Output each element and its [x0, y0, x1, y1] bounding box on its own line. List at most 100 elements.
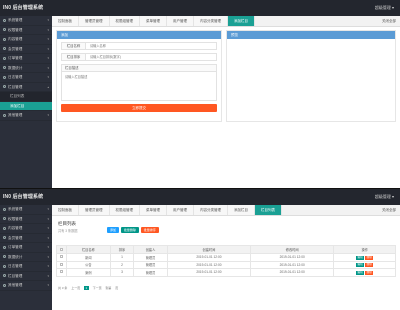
description-box: 栏目描述	[61, 64, 217, 101]
prev-page-button[interactable]: 上一页	[71, 286, 80, 290]
gear-icon	[3, 207, 6, 211]
sidebar-item-order[interactable]: 订单管理 ▾	[0, 54, 52, 64]
cell: 2019-01-01 12:00	[250, 268, 335, 277]
form-row-name: 栏目名称	[61, 42, 217, 50]
chevron-down-icon: ▾	[47, 56, 49, 60]
table-header-row: 栏目名称 排序 创建人 创建时间 修改时间 操作	[56, 245, 396, 254]
sidebar-item-other[interactable]: 其他管理 ▾	[0, 281, 52, 291]
delete-button[interactable]: 删除	[365, 255, 374, 260]
edit-button[interactable]: 编辑	[355, 270, 365, 275]
sidebar-item-stats[interactable]: 数据统计 ▾	[0, 253, 52, 262]
tab-users[interactable]: 用户管理	[167, 205, 194, 215]
row-actions: 编辑 删除	[333, 260, 396, 269]
next-page-button[interactable]: 下一页	[93, 286, 102, 290]
sidebar-item-member[interactable]: 会员管理 ▾	[0, 45, 52, 54]
sidebar-item-permission[interactable]: 权限管理 ▾	[0, 26, 52, 35]
row-checkbox[interactable]	[56, 268, 67, 277]
sidebar-item-content[interactable]: 内容管理 ▾	[0, 35, 52, 45]
row-checkbox[interactable]	[56, 260, 67, 269]
select-all-checkbox[interactable]	[56, 245, 67, 254]
sidebar-subitem-column-list[interactable]: 栏目列表	[0, 92, 52, 102]
column-name-input[interactable]	[87, 43, 216, 49]
chart-icon	[3, 66, 6, 70]
submit-button[interactable]: 立即提交	[61, 104, 217, 112]
sidebar-subitem-add-column[interactable]: 添加栏目	[0, 101, 52, 111]
row-actions: 编辑 删除	[333, 268, 396, 277]
tab-dashboard[interactable]: 控制面板	[52, 16, 79, 26]
batch-delete-button[interactable]: 批量删除	[120, 227, 139, 233]
delete-button[interactable]: 删除	[365, 263, 374, 268]
tab-admins[interactable]: 管理员管理	[79, 16, 110, 26]
gear-icon	[3, 18, 6, 22]
column-sort-input[interactable]	[87, 54, 216, 60]
chevron-down-icon: ▾	[47, 235, 49, 240]
tab-admins[interactable]: 管理员管理	[79, 205, 110, 215]
close-all-tabs-button[interactable]: 关闭全部	[379, 205, 396, 215]
sidebar-item-log[interactable]: 日志管理 ▾	[0, 73, 52, 83]
batch-sort-button[interactable]: 批量排序	[140, 227, 159, 233]
tab-menus[interactable]: 菜单管理	[140, 16, 167, 26]
user-menu[interactable]: 超级管理 ▾	[375, 194, 394, 200]
sidebar-item-system[interactable]: 系统管理 ▾	[0, 16, 52, 26]
cell: 公告	[66, 260, 111, 269]
tab-menus[interactable]: 菜单管理	[140, 205, 167, 215]
tab-add-column[interactable]: 添加栏目	[228, 16, 255, 26]
table-row: 公告 2 管理员 2019-01-01 12:00 2019-01-01 12:…	[56, 260, 396, 269]
sidebar-item-stats[interactable]: 数据统计 ▾	[0, 64, 52, 73]
table-row: 新闻 1 管理员 2019-01-01 12:00 2019-01-01 12:…	[56, 253, 396, 262]
more-icon	[3, 113, 6, 117]
user-icon	[3, 236, 6, 240]
sidebar-item-log[interactable]: 日志管理 ▾	[0, 262, 52, 272]
add-button[interactable]: 添加	[107, 227, 120, 233]
cell: 2019-01-01 12:00	[250, 253, 335, 262]
chevron-down-icon: ▾	[47, 254, 49, 259]
file-icon	[3, 37, 6, 41]
cart-icon	[3, 245, 6, 249]
edit-button[interactable]: 编辑	[355, 255, 365, 260]
chevron-down-icon: ▾	[47, 18, 49, 22]
tab-add-column[interactable]: 添加栏目	[228, 205, 255, 215]
chart-icon	[3, 255, 6, 259]
main-area: 控制面板 管理员管理 权限组管理 菜单管理 用户管理 内容分类管理 添加栏目 关闭全部 添加…	[52, 16, 400, 188]
sidebar-item-column[interactable]: 栏目管理 ▴	[0, 83, 52, 92]
tab-categories[interactable]: 内容分类管理	[194, 16, 228, 26]
more-icon	[3, 283, 6, 287]
chevron-down-icon: ▾	[47, 226, 49, 230]
tab-column-list[interactable]: 栏目列表	[255, 205, 282, 215]
row-checkbox[interactable]	[56, 253, 67, 262]
record-count: 共有 3 条数据	[58, 229, 78, 233]
cell: 2019-01-01 12:00	[166, 268, 252, 277]
table-row: 案例 3 管理员 2019-01-01 12:00 2019-01-01 12:…	[56, 268, 396, 277]
tab-users[interactable]: 用户管理	[167, 16, 194, 26]
tab-categories[interactable]: 内容分类管理	[194, 205, 228, 215]
sidebar-item-content[interactable]: 内容管理 ▾	[0, 224, 52, 234]
file-icon	[3, 226, 6, 230]
delete-button[interactable]: 删除	[365, 270, 374, 275]
column-description-textarea[interactable]	[62, 72, 216, 100]
column-header: 创建时间	[166, 245, 252, 254]
sidebar-item-other[interactable]: 其他管理 ▾	[0, 111, 52, 121]
screen-column-list: IN0 后台管理系统 超级管理 ▾ 系统管理 ▾ 权限管理 ▾ 内容管理 ▾ 会员管理…	[0, 188, 400, 310]
sidebar-item-order[interactable]: 订单管理 ▾	[0, 243, 52, 253]
sidebar-item-permission[interactable]: 权限管理 ▾	[0, 215, 52, 224]
close-all-tabs-button[interactable]: 关闭全部	[379, 16, 396, 26]
cell: 2	[109, 260, 135, 269]
user-menu[interactable]: 超级管理 ▾	[375, 5, 394, 11]
tab-bar: 控制面板 管理员管理 权限组管理 菜单管理 用户管理 内容分类管理 添加栏目 关闭全部	[52, 16, 400, 27]
page-unit: 页	[115, 286, 119, 290]
sidebar-item-system[interactable]: 系统管理 ▾	[0, 205, 52, 215]
current-page[interactable]: 1	[84, 286, 89, 290]
list-icon	[3, 85, 6, 89]
cell: 2019-01-01 12:00	[250, 260, 335, 269]
chevron-down-icon: ▾	[47, 264, 49, 268]
cell: 管理员	[133, 260, 168, 269]
chevron-down-icon: ▾	[47, 113, 49, 117]
sidebar-item-column[interactable]: 栏目管理 ▾	[0, 272, 52, 281]
list-icon	[3, 274, 6, 278]
edit-button[interactable]: 编辑	[355, 263, 365, 268]
tab-roles[interactable]: 权限组管理	[109, 205, 140, 215]
log-icon	[3, 75, 6, 79]
tab-roles[interactable]: 权限组管理	[109, 16, 140, 26]
sidebar-item-member[interactable]: 会员管理 ▾	[0, 234, 52, 243]
tab-dashboard[interactable]: 控制面板	[52, 205, 79, 215]
